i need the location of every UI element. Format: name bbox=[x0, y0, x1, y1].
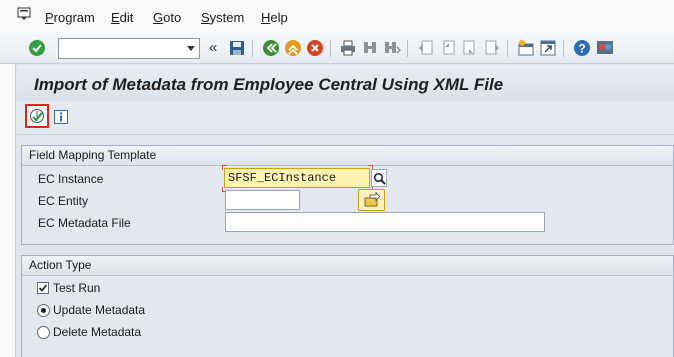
left-rail bbox=[0, 64, 16, 357]
update-metadata-label: Update Metadata bbox=[53, 303, 146, 317]
ec-instance-field[interactable]: SFSF_ECInstance bbox=[224, 168, 370, 188]
cancel-icon[interactable] bbox=[306, 39, 324, 57]
application-toolbar bbox=[17, 101, 674, 135]
title-bar: Import of Metadata from Employee Central… bbox=[17, 65, 674, 101]
test-run-label: Test Run bbox=[53, 281, 101, 295]
previous-page-icon[interactable] bbox=[439, 39, 457, 57]
value-help-button[interactable] bbox=[371, 169, 387, 187]
first-page-icon[interactable] bbox=[417, 39, 435, 57]
back-icon[interactable] bbox=[262, 39, 280, 57]
action-type-group: Action Type Test Run Update Metadata Del… bbox=[21, 255, 674, 357]
update-metadata-radio[interactable] bbox=[37, 304, 50, 317]
test-run-checkbox[interactable] bbox=[37, 282, 49, 294]
radio-selected-dot bbox=[41, 308, 46, 313]
print-icon[interactable] bbox=[339, 39, 357, 57]
delete-metadata-label: Delete Metadata bbox=[53, 325, 142, 339]
last-page-icon[interactable] bbox=[483, 39, 501, 57]
ec-entity-label: EC Entity bbox=[38, 194, 89, 208]
toolbar-divider bbox=[252, 40, 253, 57]
field-mapping-heading: Field Mapping Template bbox=[22, 146, 673, 166]
field-mapping-group: Field Mapping Template EC Instance SFSF_… bbox=[21, 145, 674, 245]
execute-icon bbox=[30, 109, 44, 123]
menu-help[interactable]: Help bbox=[261, 10, 288, 25]
ec-instance-label: EC Instance bbox=[38, 172, 104, 186]
upload-icon bbox=[364, 192, 380, 207]
enter-icon[interactable] bbox=[28, 39, 46, 57]
search-icon bbox=[373, 172, 386, 185]
ec-metadata-file-label: EC Metadata File bbox=[38, 216, 131, 230]
save-icon[interactable] bbox=[228, 39, 246, 57]
toolbar-divider bbox=[507, 40, 508, 57]
menu-program[interactable]: Program bbox=[45, 10, 95, 25]
info-icon[interactable] bbox=[54, 110, 68, 124]
find-next-icon[interactable] bbox=[383, 39, 401, 57]
next-page-icon[interactable] bbox=[461, 39, 479, 57]
action-type-heading: Action Type bbox=[22, 256, 673, 276]
system-menu-icon[interactable] bbox=[17, 7, 31, 21]
find-icon[interactable] bbox=[361, 39, 379, 57]
create-session-icon[interactable] bbox=[517, 39, 535, 57]
checkmark-icon bbox=[38, 284, 48, 292]
focus-corner-marker bbox=[222, 165, 227, 170]
menu-system[interactable]: System bbox=[201, 10, 244, 25]
toolbar-divider bbox=[563, 40, 564, 57]
menu-goto[interactable]: Goto bbox=[153, 10, 181, 25]
menu-edit[interactable]: Edit bbox=[111, 10, 133, 25]
toolbar-divider bbox=[407, 40, 408, 57]
svg-text:?: ? bbox=[578, 42, 585, 56]
customize-layout-icon[interactable] bbox=[596, 39, 614, 57]
help-icon[interactable]: ? bbox=[573, 39, 591, 57]
delete-metadata-radio[interactable] bbox=[37, 326, 50, 339]
upload-entity-button[interactable] bbox=[358, 189, 385, 211]
ec-metadata-file-field[interactable] bbox=[225, 212, 545, 232]
ec-entity-field[interactable] bbox=[225, 190, 300, 210]
execute-button[interactable] bbox=[25, 104, 49, 128]
page-title: Import of Metadata from Employee Central… bbox=[34, 75, 504, 94]
standard-toolbar: « ? bbox=[0, 34, 674, 64]
shortcut-icon[interactable] bbox=[539, 39, 557, 57]
chevron-down-icon[interactable] bbox=[187, 46, 195, 51]
command-input[interactable] bbox=[61, 40, 179, 57]
menu-bar: Program Edit Goto System Help bbox=[0, 0, 674, 34]
exit-icon[interactable] bbox=[284, 39, 302, 57]
toolbar-divider bbox=[330, 40, 331, 57]
command-field[interactable] bbox=[58, 38, 200, 59]
double-chevron-left-icon[interactable]: « bbox=[209, 39, 217, 56]
